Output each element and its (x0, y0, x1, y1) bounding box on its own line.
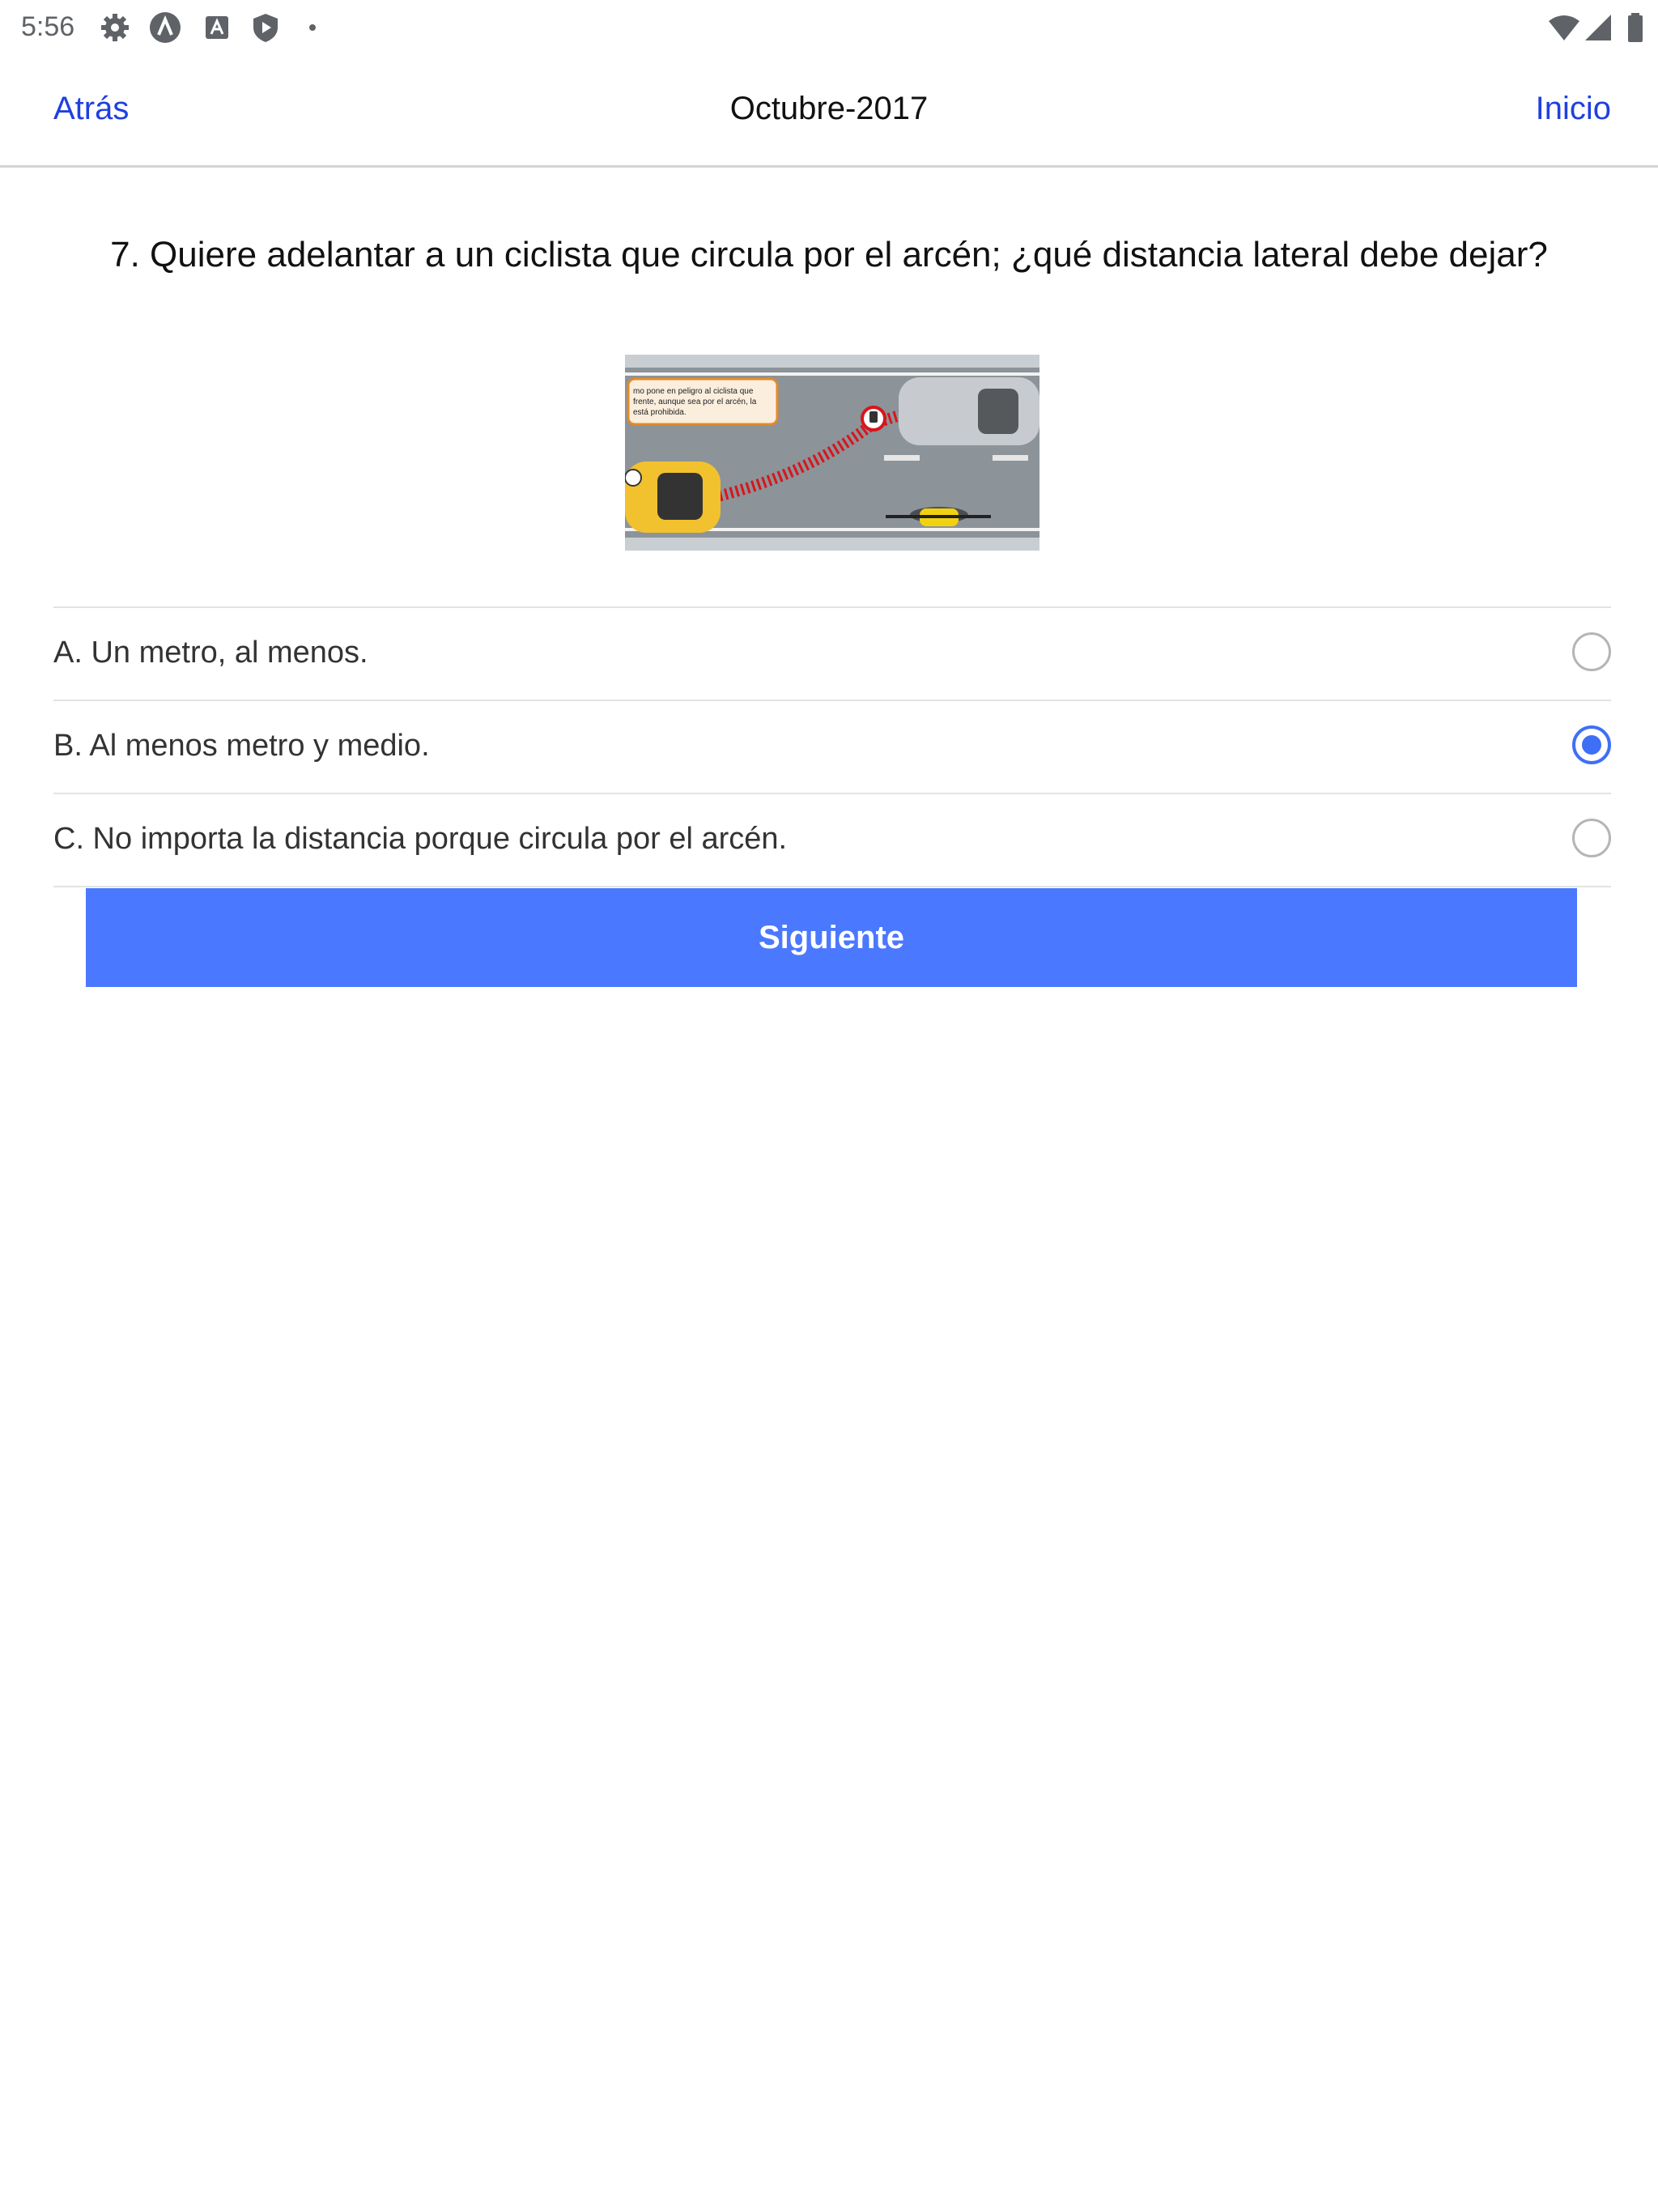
option-c-label: C. No importa la distancia porque circul… (53, 822, 788, 856)
option-c[interactable]: C. No importa la distancia porque circul… (53, 794, 1611, 887)
option-c-radio[interactable] (1572, 819, 1611, 857)
question-text: 7. Quiere adelantar a un ciclista que ci… (110, 235, 1548, 274)
navigation-bar: Atrás Octubre-2017 Inicio (0, 58, 1658, 168)
question-image: mo pone en peligro al ciclista que frent… (624, 355, 1039, 551)
image-caption-line-1: mo pone en peligro al ciclista que (633, 387, 754, 396)
option-b-label: B. Al menos metro y medio. (53, 729, 430, 763)
option-a[interactable]: A. Un metro, al menos. (53, 608, 1611, 701)
a-circle-icon (149, 11, 181, 44)
wifi-icon (1548, 11, 1580, 44)
signal-icon (1582, 11, 1614, 44)
home-button[interactable]: Inicio (1536, 91, 1611, 127)
option-a-label: A. Un metro, al menos. (53, 636, 368, 670)
status-bar: 5:56 (0, 0, 1658, 58)
gear-icon (99, 11, 131, 44)
option-a-radio[interactable] (1572, 632, 1611, 671)
shield-play-icon (249, 11, 282, 44)
dot-icon (296, 11, 329, 44)
battery-icon (1619, 11, 1652, 44)
a-square-icon (201, 11, 233, 44)
image-caption-line-3: está prohibida. (633, 408, 687, 417)
next-button[interactable]: Siguiente (86, 888, 1577, 987)
option-b-radio[interactable] (1572, 725, 1611, 764)
status-time: 5:56 (21, 11, 75, 42)
answer-options: A. Un metro, al menos. B. Al menos metro… (53, 606, 1611, 887)
option-b[interactable]: B. Al menos metro y medio. (53, 701, 1611, 794)
page-title: Octubre-2017 (729, 91, 929, 126)
image-caption-line-2: frente, aunque sea por el arcén, la (633, 398, 757, 406)
